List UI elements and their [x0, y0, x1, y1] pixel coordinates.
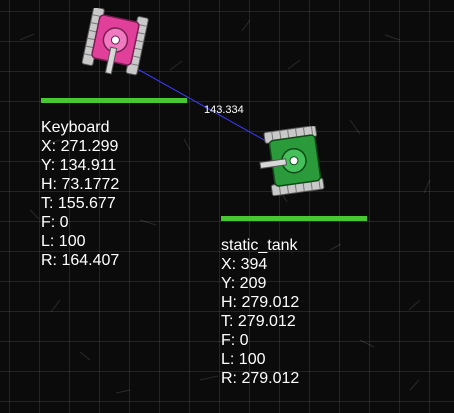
radar-value: R: 164.407 [41, 252, 120, 269]
radar-value: R: 279.012 [221, 370, 300, 387]
player-tank [81, 8, 149, 76]
turret-value: T: 155.677 [41, 195, 116, 212]
y-value: Y: 134.911 [41, 157, 117, 174]
enemy-tank [259, 126, 325, 196]
static-tank-health-bar [221, 216, 367, 221]
fire-value: F: 0 [221, 332, 249, 349]
life-value: L: 100 [41, 233, 86, 250]
arena: 143.334 Keyboard X: 271.299 Y: 134.911 H… [0, 0, 454, 413]
x-value: X: 394 [221, 256, 268, 273]
heading-value: H: 279.012 [221, 294, 300, 311]
static-tank-stats: static_tank X: 394 Y: 209 H: 279.012 T: … [221, 236, 299, 388]
x-value: X: 271.299 [41, 138, 119, 155]
target-distance-label: 143.334 [204, 104, 244, 116]
keyboard-health-bar [41, 98, 187, 103]
keyboard-stats: Keyboard X: 271.299 Y: 134.911 H: 73.177… [41, 118, 119, 270]
tank-name: static_tank [221, 237, 298, 254]
y-value: Y: 209 [221, 275, 267, 292]
heading-value: H: 73.1772 [41, 176, 120, 193]
tank-name: Keyboard [41, 119, 110, 136]
life-value: L: 100 [221, 351, 266, 368]
fire-value: F: 0 [41, 214, 69, 231]
turret-value: T: 279.012 [221, 313, 296, 330]
